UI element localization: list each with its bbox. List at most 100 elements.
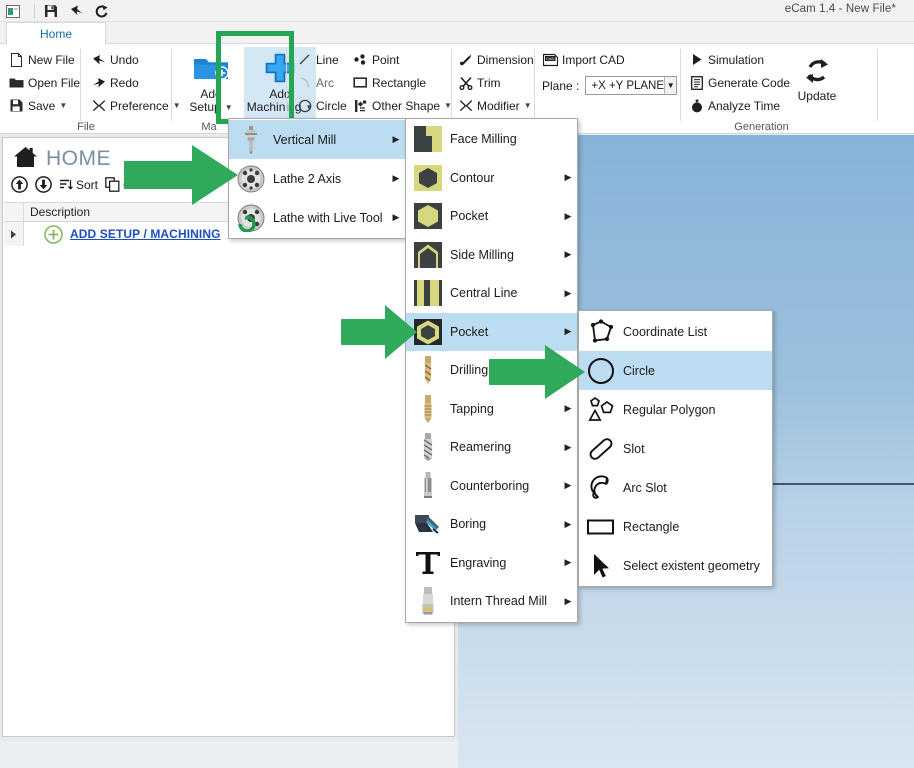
menu-item-intern-thread-mill[interactable]: Intern Thread Mill ▶ [406, 582, 577, 621]
contour-icon [406, 164, 450, 192]
ribbon-trim-button[interactable]: Trim [455, 71, 538, 94]
ribbon-point-button[interactable]: Point [350, 48, 456, 71]
ribbon-undo-label: Undo [110, 52, 139, 67]
ribbon-analyze-time-button[interactable]: Analyze Time [686, 94, 794, 117]
clone-button[interactable]: Clone [105, 177, 154, 192]
chevron-down-icon[interactable]: ▼ [225, 103, 233, 112]
menu-item-slot[interactable]: Slot [579, 429, 772, 468]
menu-item-tapping[interactable]: Tapping ▶ [406, 390, 577, 429]
ribbon-new-file-button[interactable]: New File [6, 48, 84, 71]
chevron-right-icon: ▶ [564, 326, 572, 337]
menu-item-label: Select existent geometry [623, 558, 760, 573]
restore-icon[interactable] [4, 2, 22, 20]
menu-item-drilling[interactable]: Drilling ▶ [406, 351, 577, 390]
redo-icon[interactable] [92, 2, 110, 20]
boring-icon [406, 511, 450, 537]
undo-icon [90, 52, 107, 68]
page-title: HOME [46, 146, 111, 170]
menu-item-pocket-outer[interactable]: Pocket ▶ [406, 197, 577, 236]
ribbon-arc-label: Arc [316, 75, 334, 90]
chevron-right-icon: ▶ [392, 212, 400, 222]
pocket-shape-submenu[interactable]: Coordinate List Circle Regular Polygon S… [578, 310, 773, 587]
menu-item-counterboring[interactable]: Counterboring ▶ [406, 467, 577, 506]
save-icon[interactable] [42, 2, 60, 20]
menu-item-side-milling[interactable]: Side Milling ▶ [406, 236, 577, 275]
plane-select[interactable]: +X +Y PLANE ▼ [585, 76, 678, 95]
menu-item-label: Pocket [450, 324, 489, 339]
menu-item-label: Side Milling [450, 247, 514, 262]
menu-item-pocket[interactable]: Pocket ▶ [406, 312, 577, 351]
reamering-icon [406, 432, 450, 462]
engraving-icon [406, 549, 450, 577]
update-label: Update [797, 89, 837, 103]
chevron-right-icon: ▶ [564, 557, 572, 568]
chevron-down-icon[interactable]: ▼ [524, 101, 532, 110]
chevron-right-icon: ▶ [392, 134, 400, 144]
tab-home[interactable]: Home [6, 22, 106, 44]
preference-icon [90, 98, 107, 114]
ribbon-group-file: New File Open File Save ▼ Undo Redo Pref… [0, 44, 181, 134]
move-up-icon [11, 176, 28, 193]
coordinate-list-icon [579, 318, 623, 345]
side-milling-icon [406, 241, 450, 269]
add-setup-button[interactable]: Add Setup ▼ [178, 47, 244, 119]
ribbon-simulation-label: Simulation [708, 52, 765, 67]
chevron-down-icon[interactable]: ▼ [59, 101, 67, 110]
menu-item-engraving[interactable]: Engraving ▶ [406, 544, 577, 583]
menu-item-lathe-with-live-tool[interactable]: Lathe with Live Tool ▶ [229, 198, 405, 237]
menu-item-label: Coordinate List [623, 324, 708, 339]
import-cad-icon: CAD [542, 52, 559, 68]
add-machining-menu[interactable]: Vertical Mill ▶ Lathe 2 Axis ▶ Lathe wit… [228, 118, 406, 239]
ribbon-rectangle-button[interactable]: Rectangle [350, 71, 456, 94]
ribbon-group-generation-label: Generation [734, 121, 789, 133]
menu-item-coordinate-list[interactable]: Coordinate List [579, 312, 772, 351]
menu-item-reamering[interactable]: Reamering ▶ [406, 428, 577, 467]
chevron-down-icon[interactable]: ▼ [664, 77, 677, 94]
plane-selector-row: Plane : +X +Y PLANE ▼ [540, 74, 681, 97]
ribbon-open-file-button[interactable]: Open File [6, 71, 84, 94]
file-group-inner-divider [80, 49, 81, 121]
menu-item-vertical-mill[interactable]: Vertical Mill ▶ [229, 120, 405, 159]
ribbon-line-button[interactable]: Line [294, 48, 351, 71]
ribbon-modifier-button[interactable]: Modifier ▼ [455, 94, 538, 117]
ribbon-simulation-button[interactable]: Simulation [686, 48, 794, 71]
ribbon-arc-button[interactable]: Arc [294, 71, 351, 94]
regular-polygon-icon [579, 396, 623, 424]
menu-item-label: Regular Polygon [623, 402, 716, 417]
menu-item-face-milling[interactable]: Face Milling [406, 120, 577, 159]
menu-item-central-line[interactable]: Central Line ▶ [406, 274, 577, 313]
update-button[interactable]: Update [786, 49, 848, 121]
add-setup-machining-link[interactable]: ADD SETUP / MACHINING [44, 224, 221, 244]
menu-item-label: Engraving [450, 555, 507, 570]
move-down-button[interactable] [35, 176, 52, 193]
row-expander[interactable] [4, 222, 24, 246]
menu-item-regular-polygon[interactable]: Regular Polygon [579, 390, 772, 429]
ribbon-save-button[interactable]: Save ▼ [6, 94, 84, 117]
other-shape-icon [352, 98, 369, 114]
menu-item-contour[interactable]: Contour ▶ [406, 159, 577, 198]
ribbon-save-label: Save [28, 98, 56, 113]
modifier-icon [457, 98, 474, 114]
move-up-button[interactable] [11, 176, 28, 193]
undo-icon[interactable] [67, 2, 85, 20]
svg-text:CAD: CAD [546, 56, 555, 61]
menu-item-rectangle[interactable]: Rectangle [579, 507, 772, 546]
menu-item-select-existent-geometry[interactable]: Select existent geometry [579, 546, 772, 585]
sort-icon [60, 179, 73, 189]
menu-item-circle[interactable]: Circle [579, 351, 772, 390]
ribbon-circle-button[interactable]: Circle [294, 94, 351, 117]
menu-item-boring[interactable]: Boring ▶ [406, 505, 577, 544]
ribbon-generate-code-button[interactable]: Generate Code [686, 71, 794, 94]
menu-item-label: Boring [450, 517, 487, 532]
ribbon-import-cad-button[interactable]: CAD Import CAD [540, 48, 681, 71]
expand-arrow-icon [11, 230, 16, 238]
vertical-mill-submenu[interactable]: Face Milling Contour ▶ Pocket ▶ Side Mil… [405, 118, 578, 623]
ribbon-other-shape-button[interactable]: Other Shape ▼ [350, 94, 456, 117]
menu-item-arc-slot[interactable]: Arc Slot [579, 468, 772, 507]
menu-item-lathe-2-axis[interactable]: Lathe 2 Axis ▶ [229, 159, 405, 198]
ribbon-dimension-button[interactable]: Dimension [455, 48, 538, 71]
face-milling-icon [406, 125, 450, 153]
menu-item-label: Drilling [450, 363, 489, 378]
group-divider [286, 49, 287, 121]
sort-button[interactable]: Sort [59, 178, 98, 192]
